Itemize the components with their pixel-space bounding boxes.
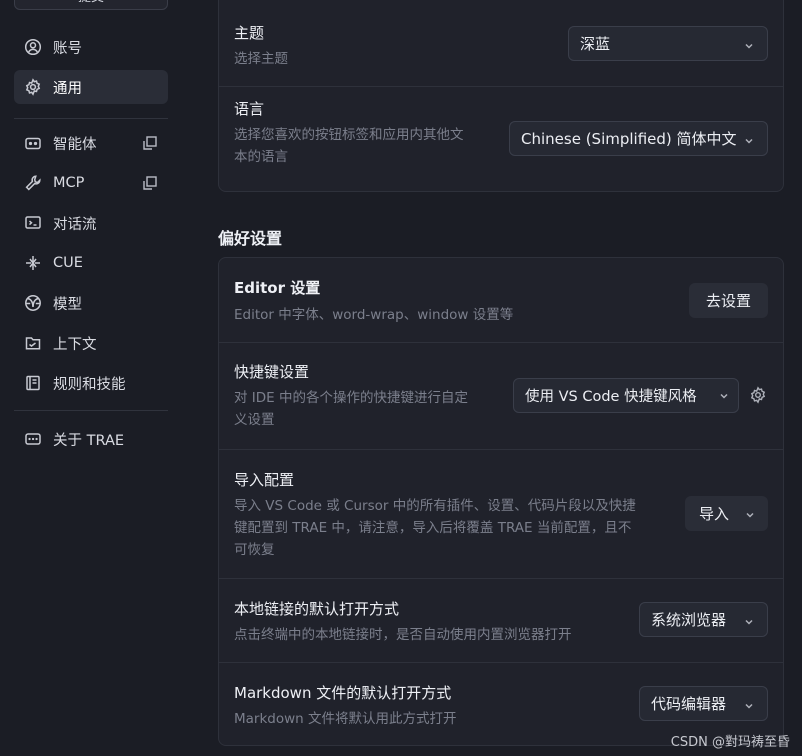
language-desc-line2: 本的语言 — [234, 149, 288, 165]
local-link-select-value: 系统浏览器 — [651, 611, 727, 629]
go-settings-button[interactable]: 去设置 — [689, 283, 768, 318]
sidebar-item-label: 模型 — [53, 296, 82, 313]
external-link-icon[interactable] — [142, 135, 158, 151]
cue-icon — [24, 254, 42, 272]
gear-icon — [24, 78, 42, 96]
sidebar-item-context[interactable]: 上下文 — [14, 326, 168, 360]
markdown-desc: Markdown 文件将默认用此方式打开 — [234, 711, 457, 727]
sidebar-divider — [14, 118, 168, 119]
import-desc-line2: 键配置到 TRAE 中，请注意，导入后将覆盖 TRAE 当前配置，且不 — [234, 520, 632, 536]
sidebar-item-label: 上下文 — [53, 336, 97, 353]
sidebar-item-chatflow[interactable]: 对话流 — [14, 206, 168, 240]
import-button-label: 导入 — [699, 505, 730, 523]
watermark: CSDN @對玛祷至昏 — [670, 735, 790, 750]
sidebar-item-label: 规则和技能 — [53, 376, 126, 393]
shortcuts-desc-line2: 义设置 — [234, 412, 275, 428]
preferences-card: Editor 设置 Editor 中字体、word-wrap、window 设置… — [218, 257, 784, 746]
sidebar-item-label: 通用 — [53, 80, 82, 97]
shortcuts-select[interactable]: 使用 VS Code 快捷键风格 — [513, 378, 739, 413]
theme-desc: 选择主题 — [234, 51, 288, 67]
sidebar-item-cue[interactable]: CUE — [14, 246, 168, 280]
chevron-down-icon — [743, 133, 755, 145]
local-link-desc: 点击终端中的本地链接时，是否自动使用内置浏览器打开 — [234, 627, 572, 643]
general-settings-card: 主题 选择主题 深蓝 语言 选择您喜欢的按钮标签和应用内其他文 本的语言 Chi… — [218, 0, 784, 192]
book-icon — [24, 374, 42, 392]
shortcuts-desc-line1: 对 IDE 中的各个操作的快捷键进行自定 — [234, 390, 468, 406]
markdown-select[interactable]: 代码编辑器 — [639, 686, 768, 721]
sidebar-item-about[interactable]: 关于 TRAE — [14, 422, 168, 456]
sidebar-item-mcp[interactable]: MCP — [14, 166, 168, 200]
import-desc-line1: 导入 VS Code 或 Cursor 中的所有插件、设置、代码片段以及快捷 — [234, 498, 636, 514]
chevron-down-icon — [718, 390, 730, 402]
gear-icon[interactable] — [749, 386, 767, 404]
chevron-down-icon — [743, 38, 755, 50]
sidebar: 提交 账号 通用 智能体 MCP 对话流 — [0, 0, 183, 756]
external-link-icon[interactable] — [142, 175, 158, 191]
editor-title: Editor 设置 — [234, 279, 321, 297]
local-link-row: 本地链接的默认打开方式 点击终端中的本地链接时，是否自动使用内置浏览器打开 系统… — [219, 579, 783, 662]
info-card-icon — [24, 430, 42, 448]
markdown-select-value: 代码编辑器 — [651, 695, 727, 713]
import-title: 导入配置 — [234, 471, 295, 489]
sidebar-item-label: 关于 TRAE — [53, 432, 125, 449]
sidebar-item-label: 智能体 — [53, 136, 97, 153]
sidebar-item-label: CUE — [53, 255, 83, 271]
sidebar-item-label: MCP — [53, 175, 85, 191]
bot-icon — [24, 134, 42, 152]
wrench-icon — [24, 174, 42, 192]
language-title: 语言 — [234, 100, 265, 118]
shortcuts-row: 快捷键设置 对 IDE 中的各个操作的快捷键进行自定 义设置 使用 VS Cod… — [219, 343, 783, 449]
theme-title: 主题 — [234, 24, 265, 42]
language-desc-line1: 选择您喜欢的按钮标签和应用内其他文 — [234, 127, 464, 143]
folder-icon — [24, 334, 42, 352]
chevron-down-icon — [744, 507, 756, 519]
theme-select[interactable]: 深蓝 — [568, 26, 768, 61]
language-select-value: Chinese (Simplified) 简体中文 — [521, 130, 737, 148]
editor-settings-row: Editor 设置 Editor 中字体、word-wrap、window 设置… — [219, 258, 783, 342]
theme-row: 主题 选择主题 深蓝 — [219, 0, 783, 86]
shortcuts-title: 快捷键设置 — [234, 363, 310, 381]
shortcuts-select-value: 使用 VS Code 快捷键风格 — [525, 389, 697, 405]
import-desc-line3: 可恢复 — [234, 542, 275, 558]
terminal-icon — [24, 214, 42, 232]
user-icon — [24, 38, 42, 56]
sidebar-item-rules-skills[interactable]: 规则和技能 — [14, 366, 168, 400]
import-config-row: 导入配置 导入 VS Code 或 Cursor 中的所有插件、设置、代码片段以… — [219, 450, 783, 578]
language-row: 语言 选择您喜欢的按钮标签和应用内其他文 本的语言 Chinese (Simpl… — [219, 87, 783, 193]
theme-select-value: 深蓝 — [580, 35, 611, 53]
editor-desc: Editor 中字体、word-wrap、window 设置等 — [234, 307, 514, 323]
sidebar-item-agents[interactable]: 智能体 — [14, 126, 168, 160]
submit-button[interactable]: 提交 — [14, 0, 168, 10]
model-icon — [24, 294, 42, 312]
sidebar-item-general[interactable]: 通用 — [14, 70, 168, 104]
sidebar-divider — [14, 410, 168, 411]
chevron-down-icon — [743, 614, 755, 626]
local-link-select[interactable]: 系统浏览器 — [639, 602, 768, 637]
sidebar-item-account[interactable]: 账号 — [14, 30, 168, 64]
sidebar-item-models[interactable]: 模型 — [14, 286, 168, 320]
markdown-title: Markdown 文件的默认打开方式 — [234, 684, 452, 702]
chevron-down-icon — [743, 698, 755, 710]
import-button[interactable]: 导入 — [685, 496, 768, 531]
sidebar-item-label: 对话流 — [53, 216, 97, 233]
local-link-title: 本地链接的默认打开方式 — [234, 600, 400, 618]
sidebar-item-label: 账号 — [53, 40, 82, 57]
preferences-section-title: 偏好设置 — [218, 229, 283, 248]
language-select[interactable]: Chinese (Simplified) 简体中文 — [509, 121, 768, 156]
